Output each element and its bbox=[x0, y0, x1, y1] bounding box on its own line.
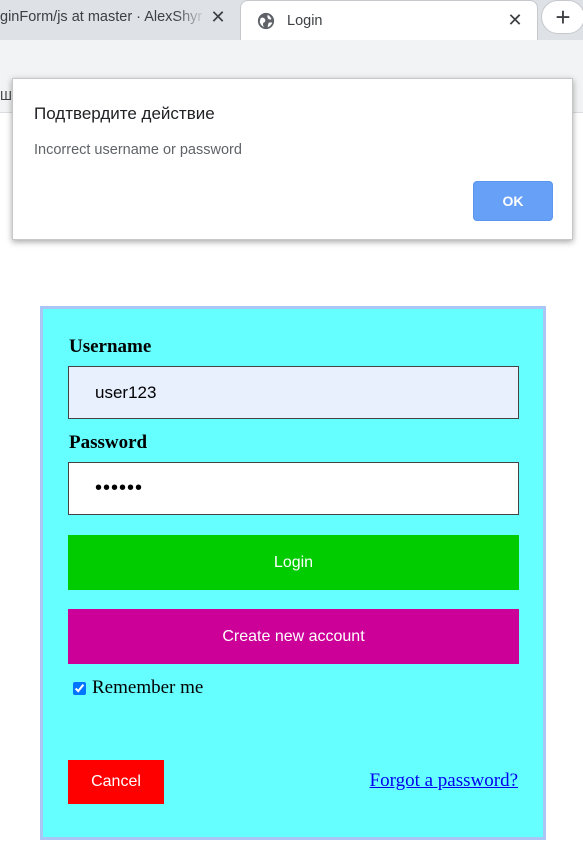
close-icon[interactable]: ✕ bbox=[503, 10, 527, 31]
remember-label: Remember me bbox=[92, 677, 204, 698]
globe-icon bbox=[257, 12, 275, 29]
remember-me[interactable]: Remember me bbox=[73, 677, 203, 699]
login-form: Username Password Login Create new accou… bbox=[40, 306, 546, 840]
tab-login[interactable]: Login ✕ bbox=[240, 0, 538, 40]
forgot-password-link[interactable]: Forgot a password? bbox=[370, 770, 518, 792]
tab-github[interactable]: ginForm/js at master · AlexShyr ✕ bbox=[0, 0, 240, 34]
password-label: Password bbox=[69, 432, 148, 453]
browser-tab-strip: ginForm/js at master · AlexShyr ✕ Login … bbox=[0, 0, 583, 40]
password-input[interactable] bbox=[68, 462, 519, 515]
username-label: Username bbox=[69, 336, 152, 357]
create-account-button[interactable]: Create new account bbox=[68, 609, 519, 664]
ok-button[interactable]: OK bbox=[473, 181, 553, 221]
new-tab-button[interactable]: + bbox=[541, 0, 583, 34]
dialog-message: Incorrect username or password bbox=[34, 142, 242, 158]
dialog-title: Подтвердите действие bbox=[34, 104, 215, 123]
login-button[interactable]: Login bbox=[68, 535, 519, 590]
alert-dialog: Подтвердите действие Incorrect username … bbox=[12, 78, 573, 240]
remember-checkbox[interactable] bbox=[73, 681, 86, 695]
bookmark-item[interactable]: Ш bbox=[0, 88, 12, 103]
tab-title: ginForm/js at master · AlexShyr bbox=[0, 9, 203, 25]
close-icon[interactable]: ✕ bbox=[206, 7, 230, 28]
cancel-button[interactable]: Cancel bbox=[68, 760, 164, 804]
tab-title: Login bbox=[287, 12, 323, 29]
username-input[interactable] bbox=[68, 366, 519, 419]
